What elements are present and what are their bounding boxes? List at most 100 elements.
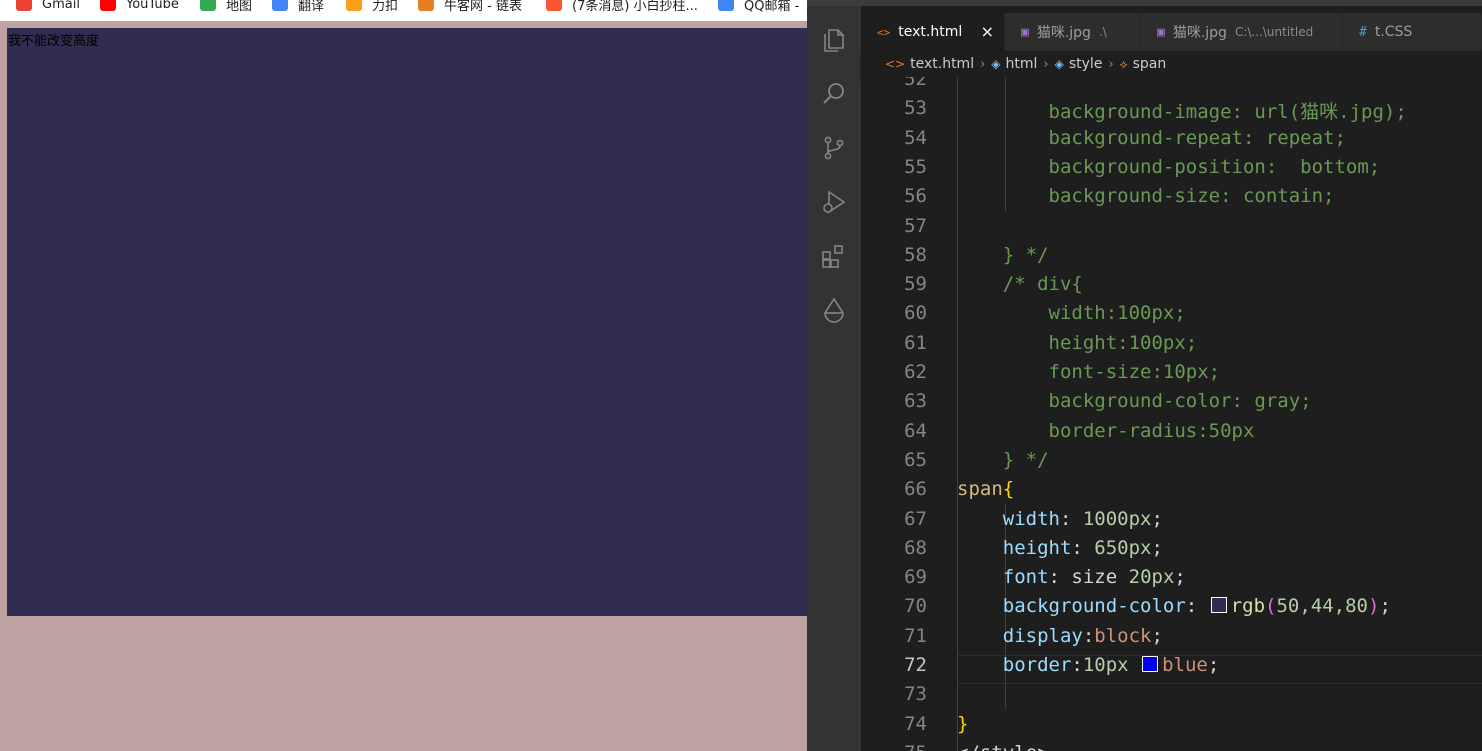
code-line[interactable]: 70 background-color: rgb(50,44,80); — [861, 592, 1482, 621]
code-property: border — [1002, 654, 1072, 676]
code-property: height — [1002, 536, 1072, 559]
run-debug-icon[interactable] — [820, 188, 848, 216]
line-number: 57 — [904, 214, 927, 237]
breadcrumb-item[interactable]: <> text.html — [885, 56, 974, 72]
tab-2[interactable]: ▣ 猫咪.jpg .\ — [1005, 13, 1141, 51]
code-tag: </style> — [957, 742, 1049, 751]
extensions-icon[interactable] — [820, 242, 848, 270]
code-comment: height:100px; — [957, 331, 1198, 354]
code-text: width:100px; — [957, 302, 1186, 324]
bookmarks-bar: Gmail YouTube 地图 翻译 力扣 牛客网 - 链表 (7条消息) 小白抄柱...… — [0, 0, 807, 21]
bookmark-label: QQ邮箱 - — [744, 0, 800, 14]
code-paren: ( — [1265, 595, 1277, 618]
code-line[interactable]: 52 — [861, 77, 1482, 94]
code-line[interactable]: 69 font: size 20px; — [861, 563, 1482, 592]
code-line[interactable]: 62 font-size:10px; — [861, 358, 1482, 387]
code-comment: background-color: gray; — [957, 390, 1312, 413]
tab-label: 猫咪.jpg — [1172, 25, 1227, 41]
tab-3[interactable]: ▣ 猫咪.jpg C:\...\untitled — [1141, 13, 1343, 51]
code-value: block — [1094, 624, 1152, 647]
line-number: 58 — [904, 243, 927, 266]
code-line[interactable]: 60 width:100px; — [861, 299, 1482, 328]
chevron-right-icon: › — [1108, 56, 1114, 72]
line-number: 67 — [904, 507, 927, 530]
code-line[interactable]: 67 width: 1000px; — [861, 505, 1482, 534]
bookmark-item[interactable]: 翻译 — [272, 0, 324, 14]
bookmark-item[interactable]: YouTube — [100, 0, 179, 14]
bookmark-item[interactable]: (7条消息) 小白抄柱... — [546, 0, 698, 14]
close-icon[interactable]: × — [981, 22, 994, 41]
code-line[interactable]: 71 display:block; — [861, 622, 1482, 651]
line-number: 71 — [904, 624, 927, 647]
line-number: 66 — [904, 478, 927, 501]
code-text: font-size:10px; — [957, 361, 1221, 383]
code-line[interactable]: 56 background-size: contain; — [861, 182, 1482, 211]
code-text: background-color: rgb(50,44,80); — [957, 595, 1391, 617]
code-brace: } — [957, 712, 969, 735]
code-line[interactable]: 64 border-radius:50px — [861, 417, 1482, 446]
code-text: border-radius:50px — [957, 420, 1255, 442]
color-swatch[interactable] — [1210, 597, 1227, 614]
leetcode-icon — [346, 0, 362, 11]
tab-path: .\ — [1098, 25, 1107, 39]
line-number: 59 — [904, 273, 927, 296]
bookmark-item[interactable]: QQ邮箱 - — [718, 0, 799, 14]
code-text: /* div{ — [957, 273, 1083, 295]
line-number: 62 — [904, 361, 927, 383]
code-editor[interactable]: 52 53 background-image: url(猫咪.jpg); 54 ba… — [861, 77, 1482, 751]
code-line[interactable]: 68 height: 650px; — [861, 534, 1482, 563]
code-text: background-repeat: repeat; — [957, 127, 1346, 149]
source-control-icon[interactable] — [820, 134, 848, 162]
code-colon: : — [1048, 566, 1072, 589]
code-line[interactable]: 55 background-position: bottom; — [861, 153, 1482, 182]
tab-4[interactable]: # t.CSS — [1343, 13, 1482, 51]
color-swatch[interactable] — [1142, 656, 1159, 672]
breadcrumb-item[interactable]: ⟡ span — [1120, 56, 1167, 72]
code-line[interactable]: 66 span{ — [861, 475, 1482, 504]
code-line[interactable]: 54 background-repeat: repeat; — [861, 124, 1482, 153]
bookmark-item[interactable]: 牛客网 - 链表 — [418, 0, 522, 14]
code-line[interactable]: 75 </style> — [861, 739, 1482, 751]
bookmark-label: YouTube — [126, 0, 179, 12]
code-line[interactable]: 74} — [861, 710, 1482, 739]
code-line[interactable]: 53 background-image: url(猫咪.jpg); — [861, 94, 1482, 123]
code-line[interactable]: 61 height:100px; — [861, 329, 1482, 358]
line-number: 56 — [904, 185, 927, 208]
breadcrumb-label: html — [1005, 56, 1038, 72]
code-comment: } */ — [957, 448, 1049, 471]
element-icon: ◈ — [1054, 57, 1064, 71]
code-comment: width:100px; — [957, 302, 1186, 325]
code-colon: : — [1071, 654, 1083, 676]
code-function: rgb — [1230, 595, 1266, 618]
code-line[interactable]: 63 background-color: gray; — [861, 387, 1482, 416]
bookmark-item[interactable]: 地图 — [200, 0, 252, 14]
tab-1[interactable]: <> text.html × — [861, 13, 1005, 51]
editor-tabs: <> text.html × ▣ 猫咪.jpg .\ ▣ 猫咪.jpg C:\...\untit… — [861, 13, 1482, 51]
search-icon[interactable] — [820, 80, 848, 108]
code-brace: { — [1002, 478, 1015, 501]
line-number: 61 — [904, 331, 927, 354]
demo-span-box: 我不能改变高度 — [7, 28, 807, 616]
breadcrumb-item[interactable]: ◈ html — [991, 56, 1037, 72]
code-colon: : — [1071, 536, 1095, 559]
bookmark-item[interactable]: Gmail — [16, 0, 80, 14]
explorer-icon[interactable] — [820, 26, 848, 54]
remote-explorer-icon[interactable] — [820, 296, 848, 324]
code-line[interactable]: 59 /* div{ — [861, 270, 1482, 299]
code-line[interactable]: 58 } */ — [861, 241, 1482, 270]
translate-icon — [272, 0, 288, 11]
code-colon: : — [1059, 507, 1083, 530]
code-line[interactable]: 65 } */ — [861, 446, 1482, 475]
code-line[interactable]: 57 — [861, 212, 1482, 241]
code-line[interactable]: 72 border:10px blue; — [861, 651, 1482, 680]
line-number: 75 — [877, 742, 927, 751]
line-number: 54 — [904, 126, 927, 149]
code-number: 650px — [1094, 536, 1152, 559]
activity-bar — [807, 6, 861, 751]
demo-span-text: 我不能改变高度 — [8, 34, 100, 49]
bookmark-item[interactable]: 力扣 — [346, 0, 398, 14]
youtube-icon — [100, 0, 116, 11]
code-line[interactable]: 73 — [861, 680, 1482, 709]
nowcoder-icon — [418, 0, 434, 11]
breadcrumb-item[interactable]: ◈ style — [1055, 56, 1103, 72]
